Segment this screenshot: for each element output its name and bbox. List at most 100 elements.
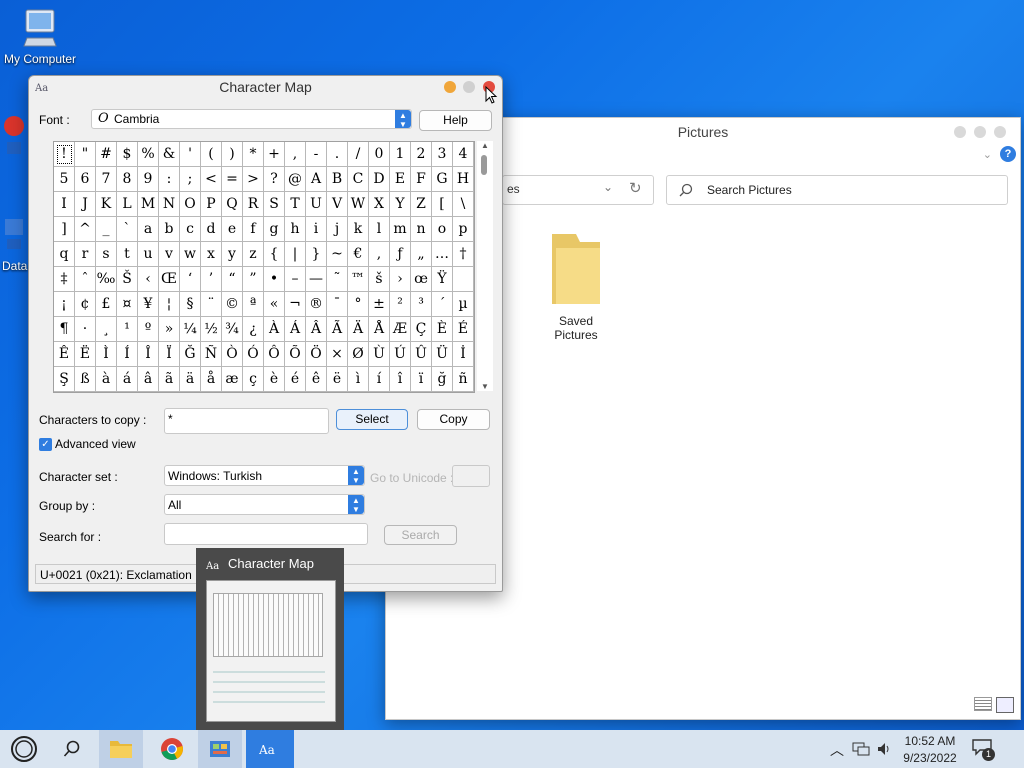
character-cell[interactable]: c	[180, 217, 201, 242]
character-cell[interactable]: P	[201, 192, 222, 217]
character-cell[interactable]: ©	[222, 292, 243, 317]
character-cell[interactable]: Å	[369, 317, 390, 342]
character-cell[interactable]: á	[117, 367, 138, 392]
character-cell[interactable]: Ö	[306, 342, 327, 367]
character-cell[interactable]: Á	[285, 317, 306, 342]
character-cell[interactable]: r	[75, 242, 96, 267]
character-cell[interactable]: ñ	[453, 367, 474, 392]
character-cell[interactable]: ¡	[54, 292, 75, 317]
character-cell[interactable]: Ñ	[201, 342, 222, 367]
character-cell[interactable]: ‹	[138, 267, 159, 292]
character-cell[interactable]: ¶	[54, 317, 75, 342]
character-cell[interactable]: =	[222, 167, 243, 192]
help-button[interactable]: Help	[419, 110, 492, 131]
character-cell[interactable]: X	[369, 192, 390, 217]
character-cell[interactable]: ´	[432, 292, 453, 317]
character-grid[interactable]: ! " # $% & '() * +, -./0 1 2 3 4 5 6 7 8 9:; < = >? @ A B C D E F G H…	[53, 141, 475, 393]
character-cell[interactable]: À	[264, 317, 285, 342]
character-cell[interactable]: Î	[138, 342, 159, 367]
character-cell[interactable]: D	[369, 167, 390, 192]
character-cell[interactable]: N	[159, 192, 180, 217]
character-cell[interactable]: ï	[411, 367, 432, 392]
character-cell[interactable]: ?	[264, 167, 285, 192]
character-cell[interactable]: Ã	[327, 317, 348, 342]
close-button[interactable]	[994, 126, 1006, 138]
character-cell[interactable]: š	[369, 267, 390, 292]
character-cell[interactable]: ¢	[75, 292, 96, 317]
character-cell[interactable]: ã	[159, 367, 180, 392]
character-cell[interactable]: ›	[390, 267, 411, 292]
character-cell[interactable]: ®	[306, 292, 327, 317]
character-cell[interactable]: \	[453, 192, 474, 217]
character-cell[interactable]: (	[201, 142, 222, 167]
character-cell[interactable]: d	[201, 217, 222, 242]
character-cell[interactable]: h	[285, 217, 306, 242]
character-cell[interactable]: È	[432, 317, 453, 342]
character-cell[interactable]: Ø	[348, 342, 369, 367]
character-cell[interactable]: æ	[222, 367, 243, 392]
character-cell[interactable]: z	[243, 242, 264, 267]
taskbar-chrome[interactable]	[150, 730, 194, 768]
character-cell[interactable]: C	[348, 167, 369, 192]
character-cell[interactable]: 2	[411, 142, 432, 167]
character-cell[interactable]: Y	[390, 192, 411, 217]
character-cell[interactable]: 5	[54, 167, 75, 192]
character-cell[interactable]: *	[243, 142, 264, 167]
character-cell[interactable]: à	[96, 367, 117, 392]
character-cell[interactable]: 7	[96, 167, 117, 192]
character-cell[interactable]: a	[138, 217, 159, 242]
character-cell[interactable]: ì	[348, 367, 369, 392]
character-cell[interactable]: ˜	[327, 267, 348, 292]
character-cell[interactable]	[453, 267, 474, 292]
character-cell[interactable]: E	[390, 167, 411, 192]
character-cell[interactable]: k	[348, 217, 369, 242]
character-cell[interactable]: Û	[411, 342, 432, 367]
character-cell[interactable]: ,	[285, 142, 306, 167]
scroll-thumb[interactable]	[481, 155, 487, 175]
scroll-up-icon[interactable]: ▲	[477, 141, 493, 150]
character-cell[interactable]: §	[180, 292, 201, 317]
character-cell[interactable]: ˆ	[75, 267, 96, 292]
character-cell[interactable]: ¼	[180, 317, 201, 342]
character-cell[interactable]: é	[285, 367, 306, 392]
character-cell[interactable]: J	[75, 192, 96, 217]
character-cell[interactable]: ±	[369, 292, 390, 317]
character-cell[interactable]: ’	[201, 267, 222, 292]
character-cell[interactable]: Ä	[348, 317, 369, 342]
character-cell[interactable]: T	[285, 192, 306, 217]
character-cell[interactable]: ‰	[96, 267, 117, 292]
character-cell[interactable]: Ë	[75, 342, 96, 367]
character-cell[interactable]: o	[432, 217, 453, 242]
chevron-updown-icon[interactable]: ▲ ▼	[348, 495, 364, 514]
character-cell[interactable]: ä	[180, 367, 201, 392]
character-cell[interactable]: ê	[306, 367, 327, 392]
copy-button[interactable]: Copy	[417, 409, 490, 430]
goto-unicode-input[interactable]	[452, 465, 490, 487]
character-cell[interactable]: Ï	[159, 342, 180, 367]
character-cell[interactable]: B	[327, 167, 348, 192]
character-cell[interactable]: /	[348, 142, 369, 167]
group-by-select[interactable]: All ▲ ▼	[164, 494, 365, 515]
character-cell[interactable]: e	[222, 217, 243, 242]
character-cell[interactable]: x	[201, 242, 222, 267]
desktop-icon-shortcut-2[interactable]: Data	[0, 215, 28, 273]
character-cell[interactable]: b	[159, 217, 180, 242]
character-cell[interactable]: '	[180, 142, 201, 167]
character-cell[interactable]: ‘	[180, 267, 201, 292]
character-cell[interactable]: ë	[327, 367, 348, 392]
chevron-down-icon[interactable]: ⌄	[603, 180, 613, 194]
character-cell[interactable]: è	[264, 367, 285, 392]
character-cell[interactable]: 0	[369, 142, 390, 167]
character-cell[interactable]: º	[138, 317, 159, 342]
character-cell[interactable]: @	[285, 167, 306, 192]
character-cell[interactable]: –	[285, 267, 306, 292]
character-cell[interactable]: ¤	[117, 292, 138, 317]
character-cell[interactable]: µ	[453, 292, 474, 317]
character-cell[interactable]: ¹	[117, 317, 138, 342]
character-cell[interactable]: u	[138, 242, 159, 267]
volume-icon[interactable]	[876, 741, 892, 757]
character-cell[interactable]: ,	[369, 242, 390, 267]
character-cell[interactable]: v	[159, 242, 180, 267]
character-cell[interactable]: Â	[306, 317, 327, 342]
character-cell[interactable]: ğ	[432, 367, 453, 392]
